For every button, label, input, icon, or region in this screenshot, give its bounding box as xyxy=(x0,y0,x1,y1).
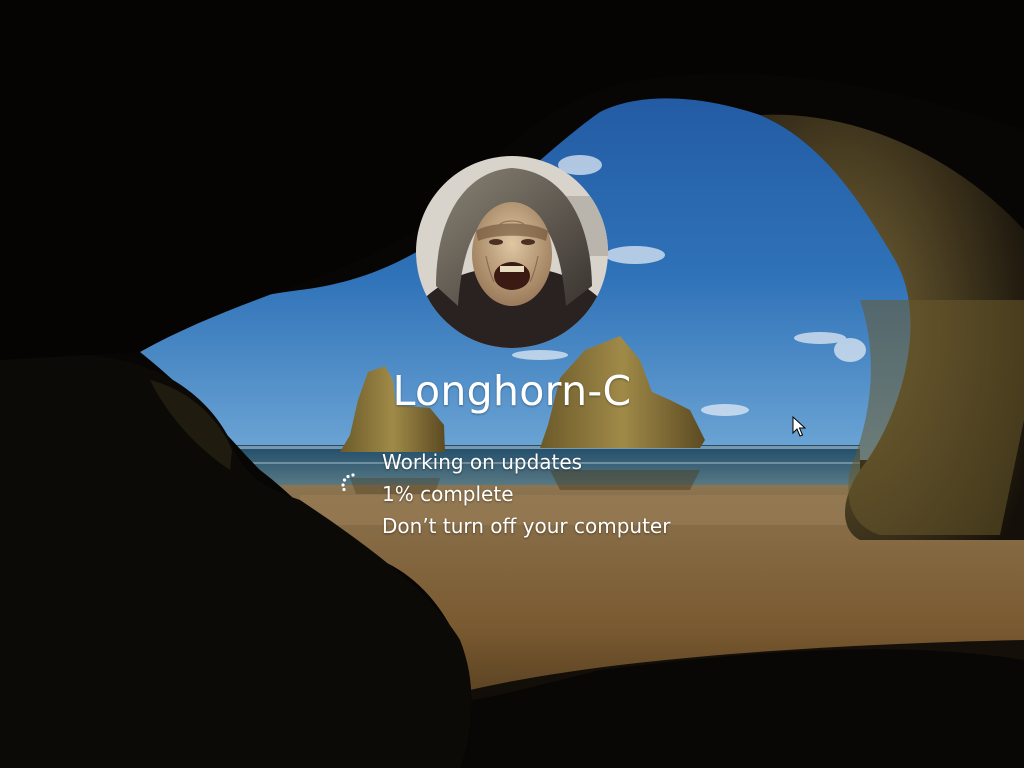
mouse-pointer-icon xyxy=(792,416,806,437)
loading-spinner-icon xyxy=(341,473,355,492)
user-avatar-photo-icon xyxy=(416,156,608,348)
user-name: Longhorn-C xyxy=(392,367,632,415)
status-warning-text: Don’t turn off your computer xyxy=(382,514,671,538)
status-working-text: Working on updates xyxy=(382,450,583,474)
update-status: Working on updates 1% complete Don’t tur… xyxy=(382,446,670,542)
user-avatar xyxy=(416,156,608,348)
lock-screen: Longhorn-C Working on updates 1% complet… xyxy=(0,0,1024,768)
status-progress-text: 1% complete xyxy=(382,482,514,506)
